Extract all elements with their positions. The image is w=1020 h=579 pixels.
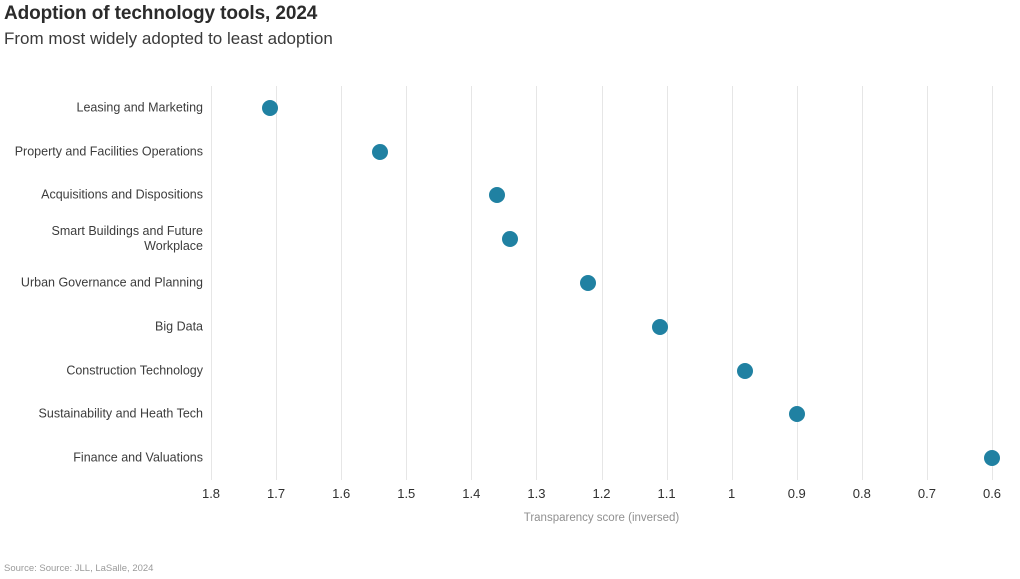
x-axis-tick-label: 1.3 <box>527 486 546 501</box>
data-point[interactable] <box>489 187 506 204</box>
data-point[interactable] <box>736 362 753 379</box>
category-label: Sustainability and Heath Tech <box>38 406 203 421</box>
category-label: Leasing and Marketing <box>76 100 203 115</box>
gridline <box>536 86 538 480</box>
gridline <box>211 86 212 480</box>
category-label: Big Data <box>155 319 203 334</box>
gridline <box>992 86 993 480</box>
x-axis-tick-label: 0.8 <box>852 486 871 501</box>
gridline <box>666 86 668 480</box>
data-point[interactable] <box>788 406 805 423</box>
x-axis-tick-label: 0.7 <box>917 486 936 501</box>
gridline <box>861 86 863 480</box>
gridline <box>471 86 473 480</box>
data-point[interactable] <box>502 231 519 248</box>
x-axis-tick-label: 1.6 <box>332 486 351 501</box>
source-note: Source: Source: JLL, LaSalle, 2024 <box>4 563 154 574</box>
gridline <box>276 86 278 480</box>
category-label: Urban Governance and Planning <box>20 275 203 290</box>
dot-plot: Transparency score (inversed) Leasing an… <box>0 0 1020 579</box>
x-axis-title: Transparency score (inversed) <box>523 512 680 524</box>
data-point[interactable] <box>984 450 1000 467</box>
category-label: Property and Facilities Operations <box>14 144 203 159</box>
gridline <box>406 86 408 480</box>
x-axis-tick-label: 1.2 <box>592 486 611 501</box>
category-label: Smart Buildings and Future Workplace <box>51 224 203 254</box>
category-label: Acquisitions and Dispositions <box>41 187 203 202</box>
gridline <box>601 86 603 480</box>
plot-area <box>211 86 993 480</box>
x-axis-tick-label: 1.4 <box>462 486 481 501</box>
gridline <box>341 86 343 480</box>
x-axis-tick-label: 1 <box>728 486 736 501</box>
data-point[interactable] <box>372 143 389 160</box>
data-point[interactable] <box>580 275 597 291</box>
data-point[interactable] <box>652 318 669 335</box>
gridline <box>731 86 733 480</box>
category-label: Construction Technology <box>66 363 203 378</box>
gridline <box>926 86 928 480</box>
category-label: Finance and Valuations <box>73 450 203 465</box>
x-axis-tick-label: 1.7 <box>267 486 286 501</box>
data-point[interactable] <box>261 99 278 116</box>
x-axis-tick-label: 1.5 <box>397 486 416 501</box>
x-axis-tick-label: 0.6 <box>982 486 1002 501</box>
x-axis-tick-label: 1.1 <box>657 486 676 501</box>
x-axis-tick-label: 1.8 <box>201 486 221 501</box>
x-axis-tick-label: 0.9 <box>787 486 806 501</box>
